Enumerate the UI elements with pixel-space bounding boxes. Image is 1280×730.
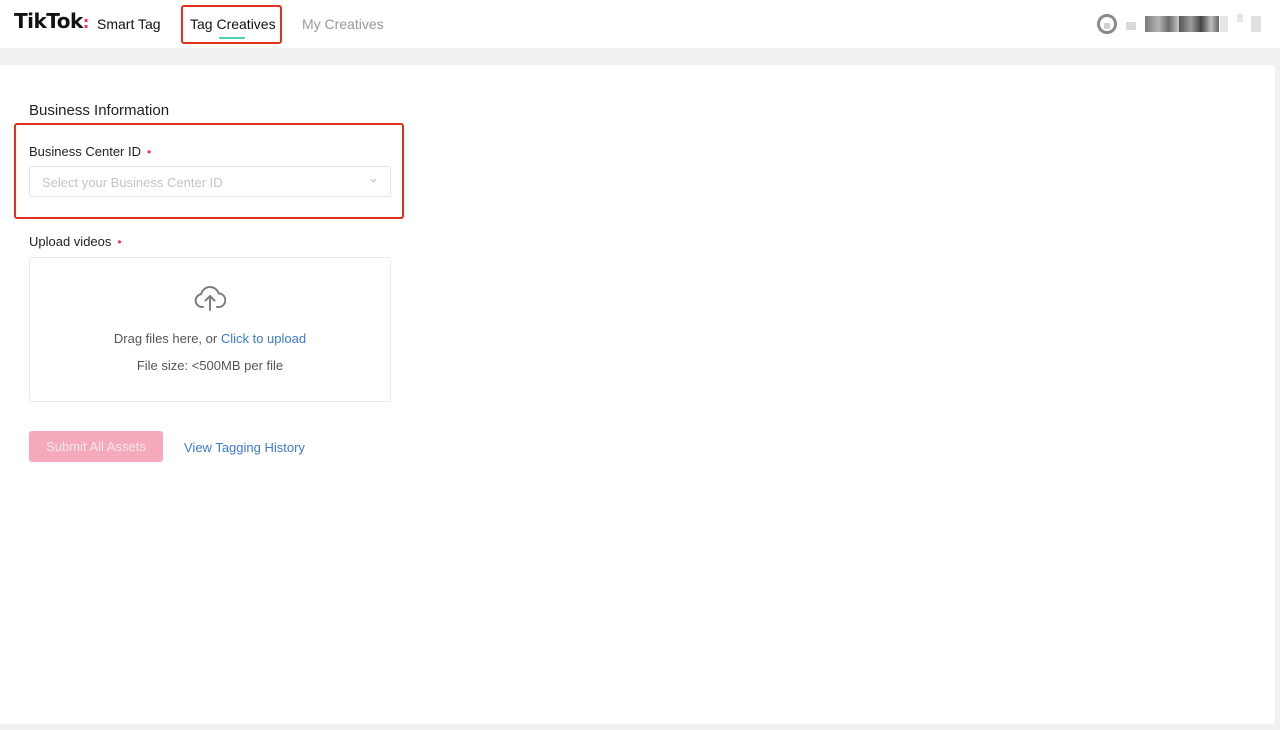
- redacted-username: [1237, 14, 1243, 22]
- main-form-card: Business Information Business Center ID •…: [0, 65, 1275, 724]
- upload-videos-label: Upload videos •: [29, 234, 122, 249]
- product-name: Smart Tag: [97, 16, 161, 32]
- tab-my-creatives[interactable]: My Creatives: [302, 16, 384, 32]
- section-title: Business Information: [29, 102, 170, 119]
- tiktok-logo[interactable]: TikTok:: [14, 9, 89, 33]
- logo-dot: :: [82, 13, 89, 32]
- redacted-username: [1179, 16, 1219, 32]
- logo-text: TikTok: [14, 9, 83, 33]
- redacted-username: [1251, 16, 1261, 32]
- redacted-username: [1145, 16, 1179, 32]
- submit-all-assets-button[interactable]: Submit All Assets: [29, 431, 163, 462]
- active-tab-indicator: [219, 37, 245, 39]
- chevron-down-icon: [370, 178, 377, 183]
- upload-dropzone[interactable]: Drag files here, or Click to upload File…: [29, 257, 391, 402]
- upload-videos-label-text: Upload videos: [29, 234, 112, 249]
- upload-hint: Drag files here, or Click to upload: [30, 331, 390, 346]
- upload-hint-text: Drag files here, or: [113, 331, 221, 346]
- business-center-placeholder: Select your Business Center ID: [42, 175, 223, 190]
- business-center-select[interactable]: Select your Business Center ID: [29, 166, 391, 197]
- click-to-upload-link[interactable]: Click to upload: [221, 331, 306, 346]
- business-center-label-text: Business Center ID: [29, 144, 141, 159]
- redacted-username: [1220, 16, 1228, 32]
- avatar[interactable]: [1097, 14, 1117, 34]
- required-marker: •: [117, 235, 122, 249]
- redacted-username: [1126, 22, 1136, 30]
- required-marker: •: [147, 145, 152, 159]
- view-tagging-history-link[interactable]: View Tagging History: [184, 440, 305, 455]
- file-size-note: File size: <500MB per file: [136, 358, 284, 373]
- cloud-upload-icon: [194, 286, 226, 311]
- business-center-label: Business Center ID •: [29, 144, 151, 159]
- tab-tag-creatives[interactable]: Tag Creatives: [190, 16, 276, 32]
- top-navigation-bar: TikTok: Smart Tag Tag Creatives My Creat…: [0, 0, 1280, 48]
